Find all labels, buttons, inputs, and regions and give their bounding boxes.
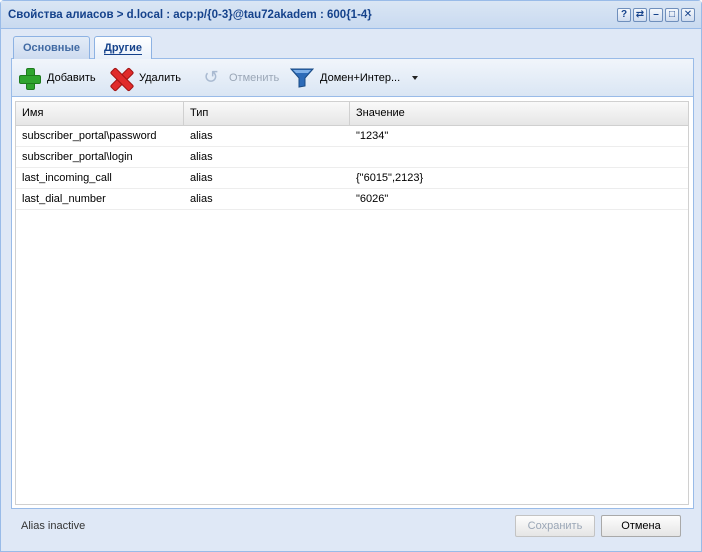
column-header-value[interactable]: Значение — [350, 102, 688, 125]
column-header-name[interactable]: Имя — [16, 102, 184, 125]
window-titlebar[interactable]: Свойства алиасов > d.local : acp:p/{0-3}… — [1, 1, 701, 29]
cell-type: alias — [190, 130, 213, 142]
help-icon[interactable]: ? — [617, 8, 631, 22]
cancel-button[interactable]: Отмена — [601, 515, 681, 537]
refresh-icon[interactable]: ⇄ — [633, 8, 647, 22]
tab-other-label: Другие — [104, 42, 142, 55]
cell-value: "1234" — [356, 130, 389, 142]
tab-main-label: Основные — [23, 42, 80, 54]
cell-value: "6026" — [356, 193, 389, 205]
toolbar: Добавить Удалить ↺ Отменить Домен+Интер.… — [12, 59, 693, 97]
cell-type: alias — [190, 151, 213, 163]
cell-name: last_incoming_call — [22, 172, 112, 184]
column-header-type[interactable]: Тип — [184, 102, 350, 125]
cell-name: last_dial_number — [22, 193, 106, 205]
cell-name: subscriber_portal\login — [22, 151, 133, 163]
close-icon[interactable]: ✕ — [681, 8, 695, 22]
aliases-grid: Имя Тип Значение subscriber_portal\passw… — [15, 101, 689, 505]
cell-value: {"6015",2123} — [356, 172, 424, 184]
domain-filter-button[interactable]: Домен+Интер... — [290, 67, 400, 89]
delete-button[interactable]: Удалить — [109, 67, 181, 89]
window-tool-buttons: ? ⇄ – □ ✕ — [617, 8, 695, 22]
plus-icon — [17, 66, 41, 90]
add-button-label: Добавить — [47, 72, 96, 84]
tab-other[interactable]: Другие — [94, 36, 152, 59]
undo-button-label: Отменить — [229, 72, 280, 84]
filter-icon — [290, 66, 314, 90]
maximize-icon[interactable]: □ — [665, 8, 679, 22]
domain-filter-label: Домен+Интер... — [320, 72, 401, 84]
cell-name: subscriber_portal\password — [22, 130, 157, 142]
cell-type: alias — [190, 193, 213, 205]
window-title: Свойства алиасов > d.local : acp:p/{0-3}… — [8, 9, 372, 21]
delete-button-label: Удалить — [139, 72, 181, 84]
alias-properties-window: Свойства алиасов > d.local : acp:p/{0-3}… — [0, 0, 702, 552]
table-row[interactable]: subscriber_portal\password alias "1234" — [16, 126, 688, 147]
undo-button[interactable]: ↺ Отменить — [199, 67, 279, 89]
add-button[interactable]: Добавить — [17, 66, 96, 90]
cell-value — [350, 147, 688, 167]
tab-panel: Добавить Удалить ↺ Отменить Домен+Интер.… — [11, 59, 694, 509]
chevron-down-icon[interactable] — [412, 76, 418, 80]
table-row[interactable]: last_dial_number alias "6026" — [16, 189, 688, 210]
minimize-icon[interactable]: – — [649, 8, 663, 22]
status-text: Alias inactive — [21, 520, 86, 532]
tab-strip: Основные Другие — [11, 35, 694, 59]
tab-main[interactable]: Основные — [13, 36, 90, 59]
table-row[interactable]: subscriber_portal\login alias — [16, 147, 688, 168]
cell-type: alias — [190, 172, 213, 184]
save-button[interactable]: Сохранить — [515, 515, 595, 537]
table-row[interactable]: last_incoming_call alias {"6015",2123} — [16, 168, 688, 189]
delete-icon — [109, 66, 133, 90]
undo-icon: ↺ — [203, 67, 219, 87]
grid-header: Имя Тип Значение — [16, 102, 688, 126]
